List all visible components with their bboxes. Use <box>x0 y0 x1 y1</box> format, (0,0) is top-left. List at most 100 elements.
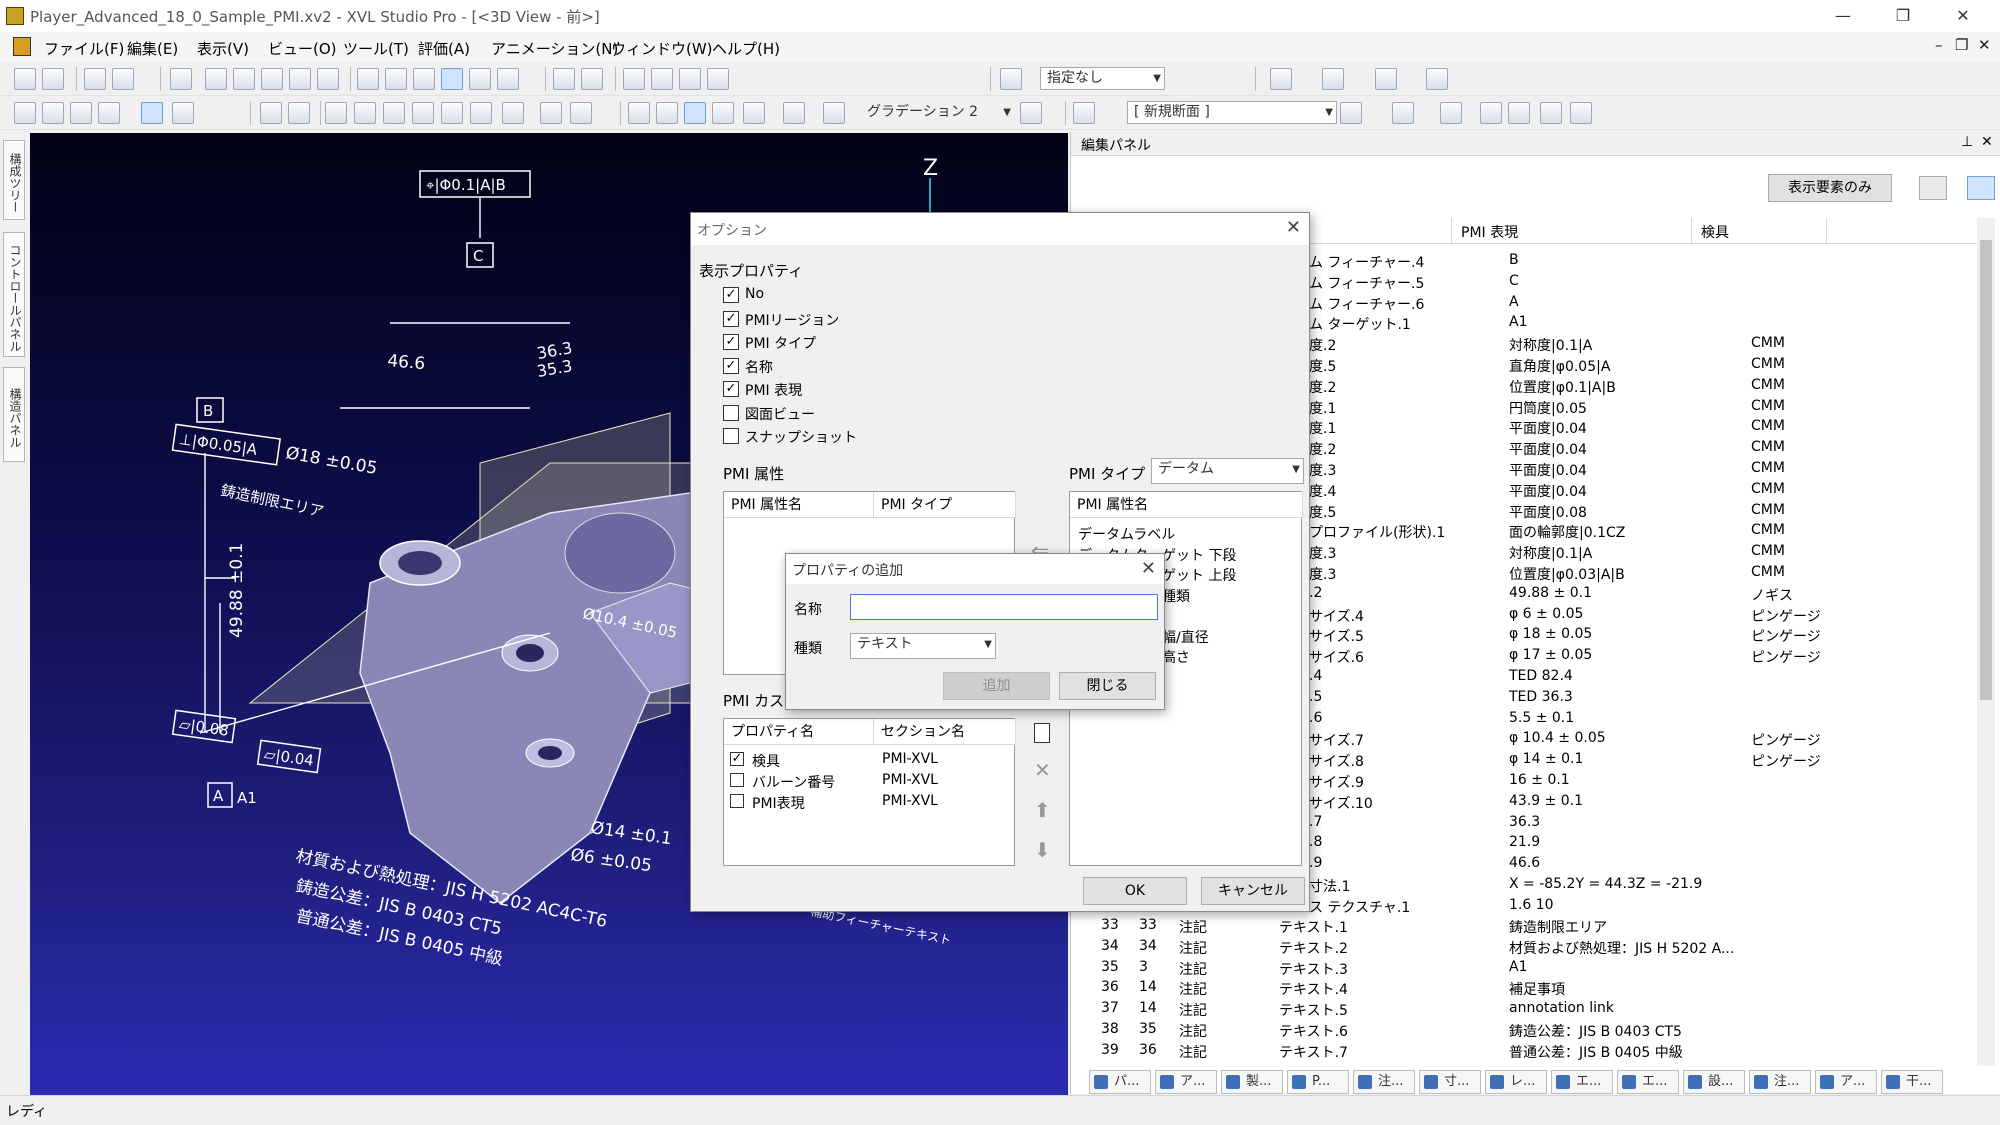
table-icon[interactable] <box>1570 102 1592 124</box>
col-pmi-expression[interactable]: PMI 表現 <box>1461 222 1518 242</box>
section-icon[interactable] <box>1073 102 1095 124</box>
sphere-icon[interactable] <box>1020 102 1042 124</box>
table-row[interactable]: .5 TED 36.3 <box>1309 689 1969 710</box>
move-down-icon[interactable]: ⬇ <box>1034 838 1051 862</box>
pan-icon[interactable] <box>205 68 227 90</box>
search-icon[interactable] <box>623 68 645 90</box>
align-icon[interactable] <box>1270 68 1292 90</box>
options-close-icon[interactable]: ✕ <box>1286 217 1301 238</box>
zoom-box-icon[interactable] <box>289 68 311 90</box>
tab-control-panel[interactable]: コントロールパネル <box>3 232 25 357</box>
flip-icon[interactable] <box>540 102 562 124</box>
line-icon[interactable] <box>783 102 805 124</box>
bottom-tab[interactable]: 製... <box>1221 1070 1283 1094</box>
settings-icon[interactable] <box>1919 176 1947 200</box>
table-row[interactable]: サイズ.10 43.9 ± 0.1 <box>1309 793 1969 814</box>
table-row[interactable]: サイズ.4 φ 6 ± 0.05 ピンゲージ <box>1309 606 1969 627</box>
table-row[interactable]: 度.2 平面度|0.04 CMM <box>1309 439 1969 460</box>
fit-icon[interactable] <box>260 102 282 124</box>
checkbox[interactable]: ✓ <box>723 357 739 374</box>
table-row[interactable]: サイズ.5 φ 18 ± 0.05 ピンゲージ <box>1309 626 1969 647</box>
mdi-minimize-button[interactable]: – <box>1935 36 1943 54</box>
checkbox[interactable]: ✓ <box>723 287 739 303</box>
table-row[interactable]: ム フィーチャー.4 B <box>1309 252 1969 273</box>
checkbox[interactable] <box>723 428 739 444</box>
report-icon[interactable] <box>679 68 701 90</box>
table-row[interactable]: 37 14 注記 テキスト.5 annotation link <box>1101 1000 1971 1021</box>
pick-icon[interactable] <box>385 68 407 90</box>
view6-icon[interactable] <box>172 102 194 124</box>
shade5-icon[interactable] <box>743 102 765 124</box>
checkbox[interactable] <box>723 404 739 421</box>
move-up-icon[interactable]: ⬆ <box>1034 798 1051 822</box>
table-row[interactable]: 36 14 注記 テキスト.4 補足事項 <box>1101 979 1971 1000</box>
bottom-tab[interactable]: 注... <box>1353 1070 1415 1094</box>
redo-icon[interactable] <box>112 68 134 90</box>
clash-icon[interactable] <box>553 68 575 90</box>
bottom-tab[interactable]: レ... <box>1485 1070 1547 1094</box>
table-row[interactable]: 度.3 平面度|0.04 CMM <box>1309 460 1969 481</box>
chart-icon[interactable] <box>707 68 729 90</box>
select-icon[interactable] <box>357 68 379 90</box>
checkbox[interactable]: ✓ <box>723 334 739 350</box>
table-row[interactable]: 度.2 位置度|φ0.1|A|B CMM <box>1309 377 1969 398</box>
move-icon[interactable] <box>233 68 255 90</box>
menu-file[interactable]: ファイル(F) <box>44 38 124 59</box>
view4-icon[interactable] <box>98 102 120 124</box>
grid-view-icon[interactable] <box>1967 176 1995 200</box>
table-row[interactable]: 度.1 円筒度|0.05 CMM <box>1309 398 1969 419</box>
menu-evaluate[interactable]: 評価(A) <box>418 38 470 59</box>
rotate-icon[interactable] <box>317 68 339 90</box>
gradient-icon[interactable] <box>823 102 845 124</box>
panel-close-icon[interactable]: ✕ <box>1981 134 1993 150</box>
pmi-icon[interactable] <box>441 68 463 90</box>
table-row[interactable]: .2 49.88 ± 0.1 ノギス <box>1309 585 1969 606</box>
col-gauge[interactable]: 検具 <box>1701 222 1729 242</box>
view2-icon[interactable] <box>42 102 64 124</box>
table-row[interactable]: .9 46.6 <box>1309 855 1969 876</box>
view3-icon[interactable] <box>70 102 92 124</box>
right-view-icon[interactable] <box>470 102 492 124</box>
table-row[interactable]: 35 3 注記 テキスト.3 A1 <box>1101 959 1971 980</box>
minimize-button[interactable]: — <box>1820 2 1866 30</box>
pmi-custom-list[interactable]: プロパティ名 セクション名 ✓ 検具 PMI-XVL バルーン番号 PMI-XVL PMI… <box>723 718 1016 866</box>
section-combo[interactable]: [ 新規断面 ] ▼ <box>1127 101 1337 124</box>
layout-icon[interactable] <box>1426 68 1448 90</box>
bottom-tab[interactable]: 設... <box>1683 1070 1745 1094</box>
table-row[interactable]: ム ターゲット.1 A1 <box>1309 314 1969 335</box>
table-row[interactable]: ム フィーチャー.6 A <box>1309 294 1969 315</box>
table-row[interactable]: サイズ.8 φ 14 ± 0.1 ピンゲージ <box>1309 751 1969 772</box>
ok-button[interactable]: OK <box>1083 877 1187 905</box>
table-row[interactable]: 38 35 注記 テキスト.6 鋳造公差：JIS B 0403 CT5 <box>1101 1021 1971 1042</box>
view5-icon[interactable] <box>141 102 163 124</box>
close-button[interactable]: ✕ <box>1940 2 1986 30</box>
table-row[interactable]: 34 34 注記 テキスト.2 材質および熱処理：JIS H 5202 A... <box>1101 938 1971 959</box>
left-view-icon[interactable] <box>441 102 463 124</box>
shade3-icon[interactable] <box>684 102 706 124</box>
book-icon[interactable] <box>1340 102 1362 124</box>
delete-icon[interactable]: ✕ <box>1034 758 1051 782</box>
table-row[interactable]: サイズ.7 φ 10.4 ± 0.05 ピンゲージ <box>1309 730 1969 751</box>
mdi-close-button[interactable]: ✕ <box>1978 36 1991 54</box>
tab-structure-tree[interactable]: 構成ツリー <box>3 140 25 220</box>
kind-select[interactable]: テキスト ▼ <box>850 633 996 659</box>
table-row[interactable]: .7 36.3 <box>1309 814 1969 835</box>
table-row[interactable]: .6 5.5 ± 0.1 <box>1309 710 1969 731</box>
menu-viewpoint[interactable]: ビュー(O) <box>268 38 337 59</box>
table-row[interactable]: 度.2 対称度|0.1|A CMM <box>1309 335 1969 356</box>
bottom-tab[interactable]: ア... <box>1815 1070 1877 1094</box>
checkbox[interactable] <box>730 773 744 787</box>
menu-animation[interactable]: アニメーション(N) <box>491 38 618 59</box>
shade4-icon[interactable] <box>712 102 734 124</box>
bottom-tab[interactable]: P... <box>1287 1070 1349 1094</box>
bottom-tab[interactable]: ア... <box>1155 1070 1217 1094</box>
restore-button[interactable]: ❐ <box>1880 2 1926 30</box>
flip2-icon[interactable] <box>570 102 592 124</box>
transform-icon[interactable] <box>1322 68 1344 90</box>
table-row[interactable]: 度.5 直角度|φ0.05|A CMM <box>1309 356 1969 377</box>
pmi-type-select[interactable]: データム ▼ <box>1151 458 1304 484</box>
menu-help[interactable]: ヘルプ(H) <box>712 38 780 59</box>
table-row[interactable]: サイズ.9 16 ± 0.1 <box>1309 772 1969 793</box>
bottom-tab[interactable]: 寸... <box>1419 1070 1481 1094</box>
checkbox[interactable]: ✓ <box>723 381 739 397</box>
